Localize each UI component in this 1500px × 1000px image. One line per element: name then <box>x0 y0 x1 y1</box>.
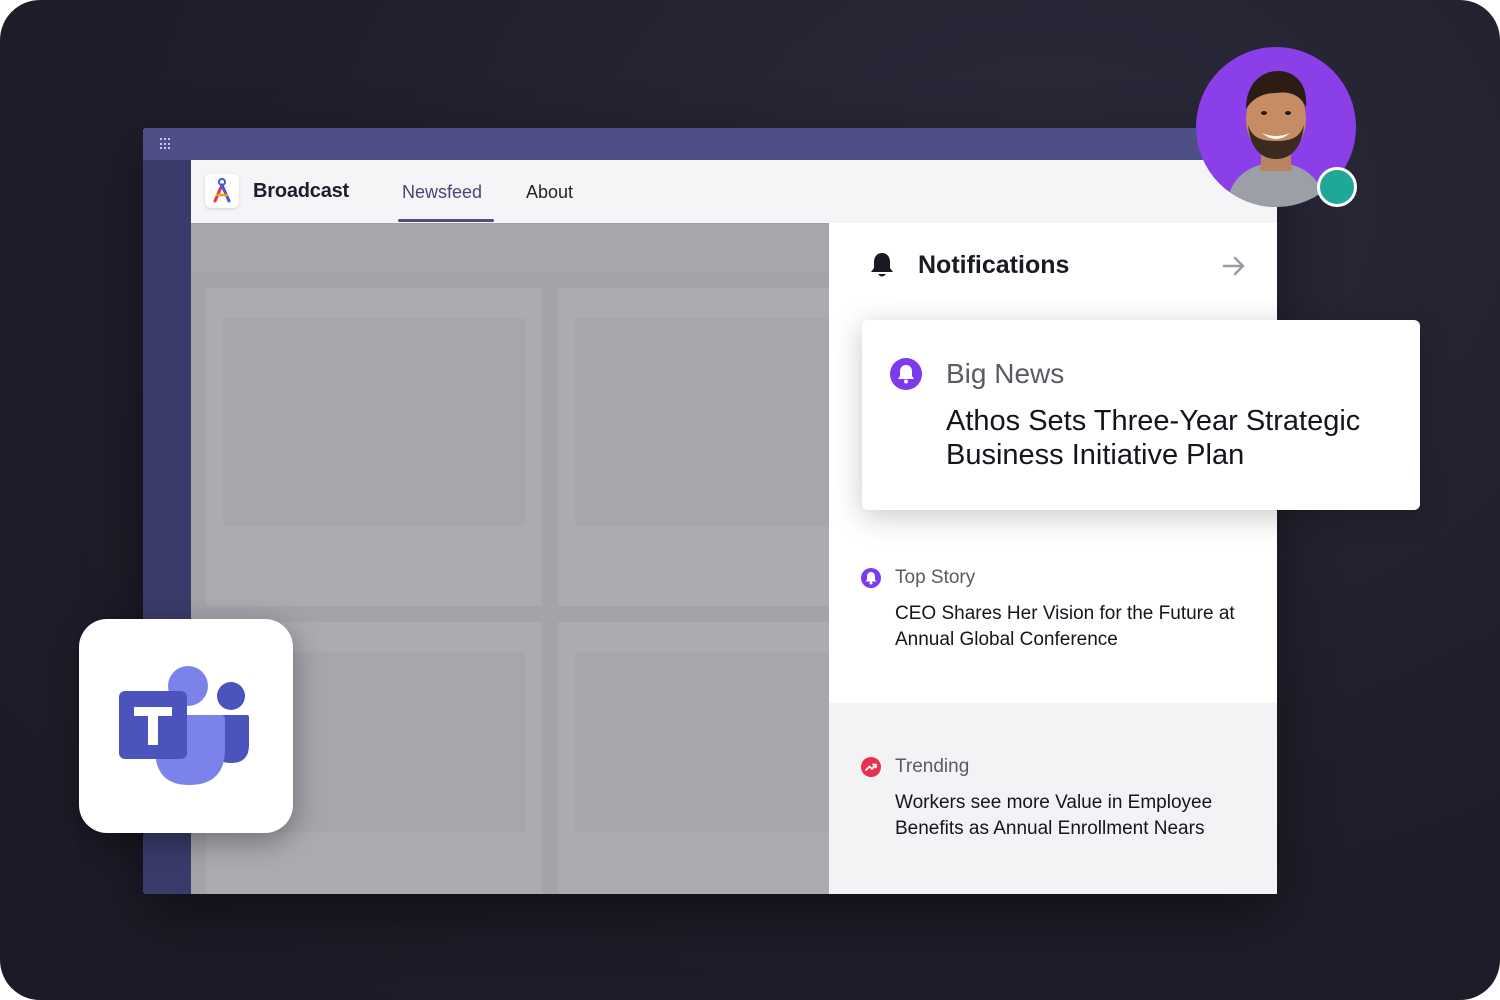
arrow-right-icon[interactable] <box>1221 253 1247 284</box>
bell-icon <box>861 568 881 588</box>
title-bar <box>143 128 1277 160</box>
brand-name: Broadcast <box>253 180 350 202</box>
notification-category: Top Story <box>895 567 976 588</box>
app-launcher-icon[interactable] <box>160 138 172 150</box>
tab-about[interactable]: About <box>526 182 573 203</box>
app-header: Broadcast Newsfeed About <box>191 160 1277 224</box>
online-status-indicator <box>1317 167 1357 207</box>
trending-icon <box>861 757 881 777</box>
microsoft-teams-app-icon[interactable] <box>79 619 293 833</box>
bell-icon <box>869 251 895 284</box>
notification-headline: CEO Shares Her Vision for the Future at … <box>895 603 1235 650</box>
broadcast-logo-icon <box>205 174 239 208</box>
notification-category: Trending <box>895 756 970 777</box>
backdrop: Broadcast Newsfeed About Notifications T… <box>0 0 1500 1000</box>
tab-newsfeed[interactable]: Newsfeed <box>402 182 482 203</box>
featured-headline: Athos Sets Three-Year Strategic Business… <box>946 405 1361 471</box>
active-tab-indicator <box>398 219 494 222</box>
bell-icon <box>890 358 922 390</box>
featured-category: Big News <box>946 358 1065 389</box>
featured-notification-card[interactable]: Big News Athos Sets Three-Year Strategic… <box>862 320 1420 510</box>
notification-headline: Workers see more Value in Employee Benef… <box>895 792 1213 839</box>
notifications-title: Notifications <box>918 251 1070 279</box>
